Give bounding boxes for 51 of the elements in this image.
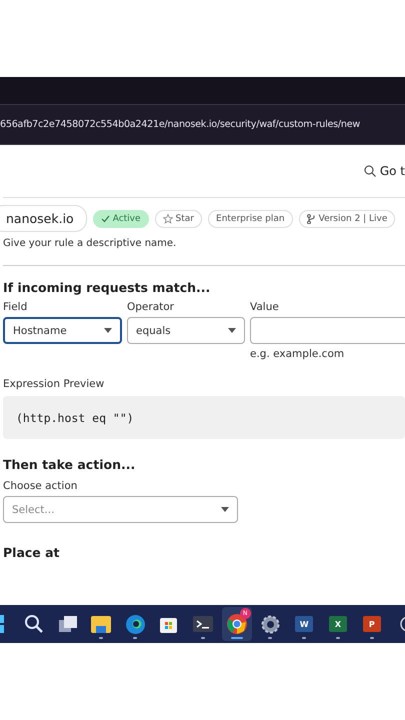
search-icon: [364, 165, 376, 177]
windows-stack-icon[interactable]: [58, 616, 77, 632]
slides-icon[interactable]: P: [362, 616, 381, 632]
operator-select[interactable]: equals: [127, 317, 245, 344]
spreadsheet-icon[interactable]: X: [328, 616, 347, 632]
word-icon[interactable]: W: [295, 616, 314, 632]
version-badge: Version 2 | Live: [298, 210, 396, 228]
plan-badge: Enterprise plan: [208, 210, 293, 228]
breadcrumb-chip[interactable]: nanosek.io: [0, 205, 87, 232]
value-input[interactable]: [250, 317, 405, 344]
action-select[interactable]: Select...: [3, 496, 238, 523]
expression-preview: (http.host eq ""): [3, 396, 405, 439]
operator-label: Operator: [127, 301, 175, 313]
address-bar[interactable]: 656afb7c2e7458072c554b0a2421e/nanosek.io/security/waf/custom-rules/new: [0, 119, 360, 130]
taskbar-slot[interactable]: W: [289, 607, 320, 641]
running-indicator: [268, 637, 272, 639]
running-indicator: [370, 637, 374, 639]
swirl-icon[interactable]: [126, 614, 145, 634]
value-hint: e.g. example.com: [250, 348, 346, 360]
running-indicator: [99, 637, 104, 639]
folder-icon[interactable]: [91, 616, 112, 632]
section-heading: Then take action...: [3, 457, 136, 472]
terminal-icon[interactable]: [192, 616, 213, 632]
running-indicator: [200, 637, 205, 639]
value-label: Value: [250, 301, 280, 313]
taskbar-slot[interactable]: X: [322, 607, 353, 641]
caret-icon: [104, 328, 112, 333]
section-heading: If incoming requests match...: [3, 280, 212, 295]
running-indicator: [133, 637, 138, 639]
caret-icon: [221, 507, 229, 512]
bag-icon[interactable]: [160, 616, 178, 632]
name-hint: Give your rule a descriptive name.: [3, 238, 178, 249]
taskbar-slot[interactable]: P: [356, 607, 387, 641]
star-icon: [162, 214, 173, 224]
field-label: Field: [3, 301, 28, 313]
caret-icon: [228, 328, 236, 333]
field-select[interactable]: Hostname: [3, 317, 122, 344]
search-link[interactable]: Go t: [380, 164, 405, 178]
preview-label: Expression Preview: [3, 378, 106, 390]
check-icon: [100, 214, 110, 222]
running-indicator: [302, 637, 306, 639]
status-badge: Active: [92, 210, 149, 228]
settings-icon[interactable]: [260, 614, 280, 634]
browser-icon[interactable]: [226, 614, 247, 634]
section-heading: Place at: [3, 545, 61, 560]
running-indicator: [230, 637, 243, 639]
action-label: Choose action: [3, 480, 78, 492]
running-indicator: [336, 637, 340, 639]
branch-icon: [306, 214, 316, 224]
search-icon[interactable]: [24, 614, 44, 634]
star-button[interactable]: Star: [154, 210, 202, 228]
